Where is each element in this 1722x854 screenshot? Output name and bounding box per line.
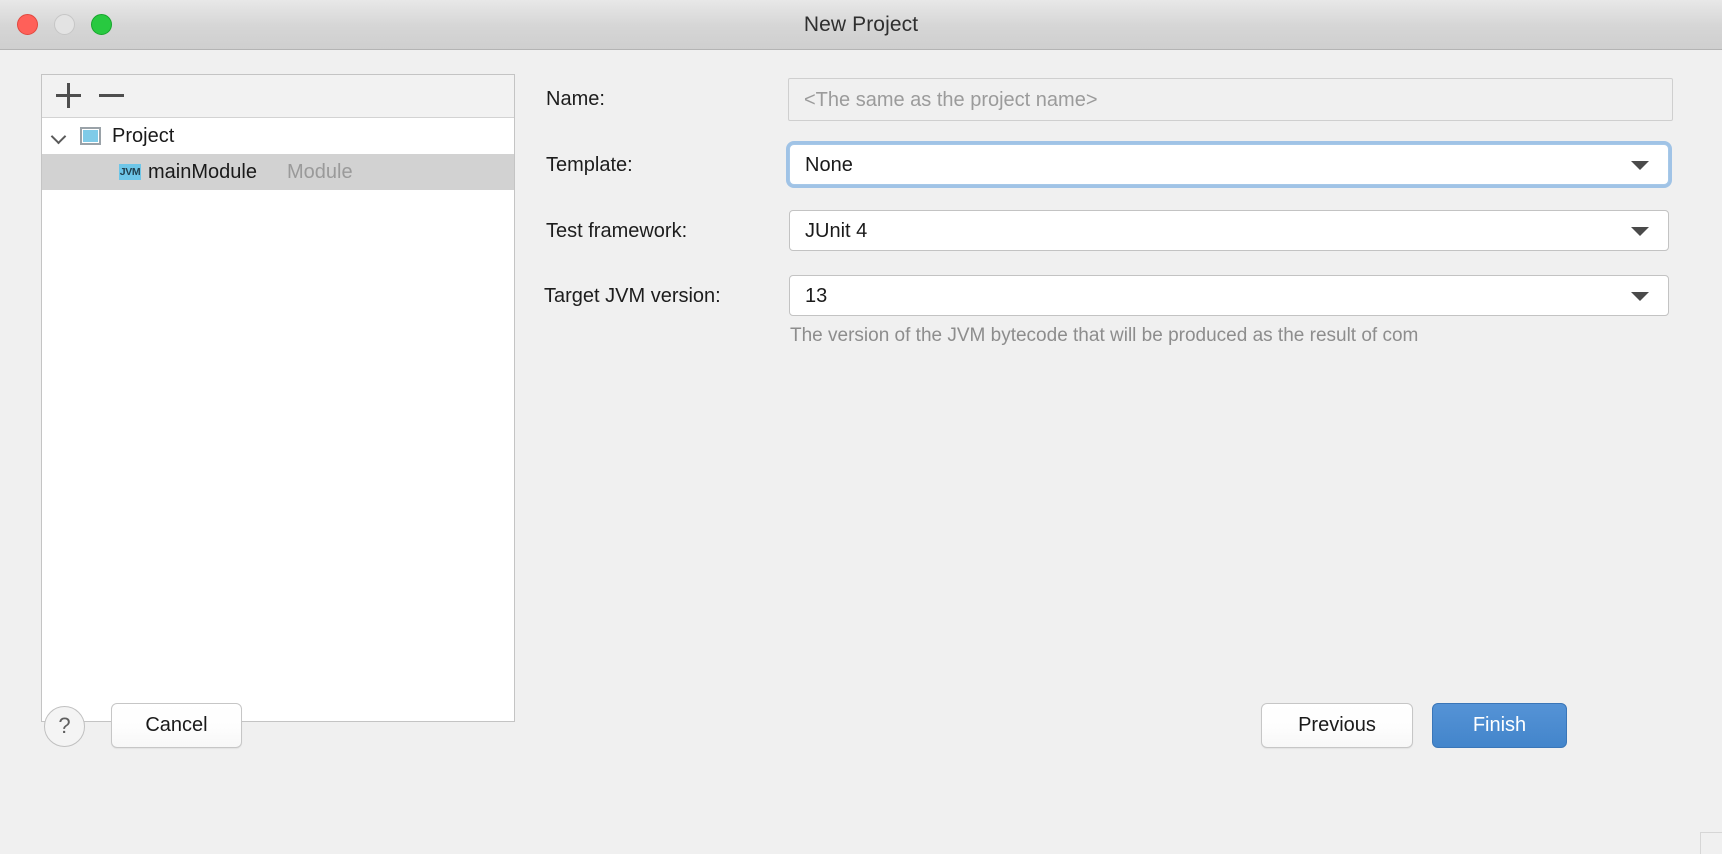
project-icon bbox=[80, 127, 101, 145]
target-jvm-version-help-text: The version of the JVM bytecode that wil… bbox=[790, 325, 1419, 346]
new-project-dialog: New Project Project JVM mainModule Modul… bbox=[0, 0, 1722, 854]
tree-node-project[interactable]: Project bbox=[42, 118, 514, 154]
chevron-down-icon bbox=[1631, 226, 1649, 236]
tree-toolbar bbox=[42, 75, 514, 118]
template-label: Template: bbox=[546, 154, 633, 176]
title-bar: New Project bbox=[0, 0, 1722, 50]
add-module-button[interactable] bbox=[52, 80, 86, 112]
tree-node-mainmodule-label: mainModule bbox=[148, 160, 257, 183]
name-input-placeholder: <The same as the project name> bbox=[804, 89, 1098, 111]
finish-button[interactable]: Finish bbox=[1432, 703, 1567, 748]
name-input[interactable]: <The same as the project name> bbox=[788, 78, 1673, 121]
window-title: New Project bbox=[803, 13, 919, 36]
target-jvm-version-label: Target JVM version: bbox=[544, 285, 721, 307]
resize-grip[interactable] bbox=[1700, 832, 1722, 854]
tree-node-mainmodule[interactable]: JVM mainModule Module bbox=[42, 154, 514, 190]
name-label: Name: bbox=[546, 88, 605, 110]
target-jvm-version-select-value: 13 bbox=[805, 285, 828, 307]
remove-module-button[interactable] bbox=[95, 80, 129, 112]
help-button[interactable]: ? bbox=[44, 706, 85, 747]
chevron-down-icon[interactable] bbox=[51, 128, 69, 146]
tree-node-mainmodule-type: Module bbox=[287, 160, 353, 183]
tree-body: Project JVM mainModule Module bbox=[42, 118, 514, 721]
module-tree-panel: Project JVM mainModule Module bbox=[41, 74, 515, 722]
jvm-icon: JVM bbox=[119, 164, 141, 180]
template-select-value: None bbox=[805, 154, 853, 176]
target-jvm-version-select[interactable]: 13 bbox=[789, 275, 1669, 316]
cancel-button[interactable]: Cancel bbox=[111, 703, 242, 748]
tree-node-project-label: Project bbox=[112, 124, 175, 147]
plus-icon-vertical bbox=[67, 83, 70, 108]
template-select[interactable]: None bbox=[789, 144, 1669, 185]
minus-icon bbox=[99, 94, 124, 97]
test-framework-select-value: JUnit 4 bbox=[805, 220, 868, 242]
test-framework-label: Test framework: bbox=[546, 220, 688, 242]
previous-button[interactable]: Previous bbox=[1261, 703, 1413, 748]
chevron-down-icon bbox=[1631, 160, 1649, 170]
chevron-down-icon bbox=[1631, 291, 1649, 301]
test-framework-select[interactable]: JUnit 4 bbox=[789, 210, 1669, 251]
